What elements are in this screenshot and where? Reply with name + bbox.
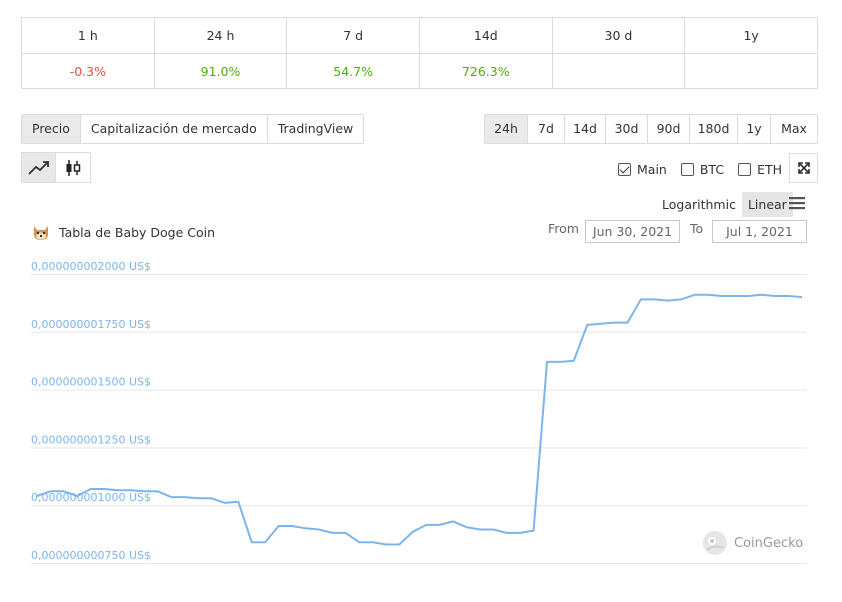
- coingecko-credit: CoinGecko: [702, 530, 803, 556]
- y-tick-label: 0,000000000750 US$: [31, 549, 151, 562]
- y-tick-label: 0,000000001250 US$: [31, 433, 151, 446]
- y-tick-label: 0,000000001750 US$: [31, 318, 151, 331]
- y-tick-label: 0,000000001000 US$: [31, 491, 151, 504]
- y-tick-label: 0,000000001500 US$: [31, 376, 151, 389]
- credit-text: CoinGecko: [734, 535, 804, 551]
- price-chart: 0,000000000750 US$ 0,000000001000 US$ 0,00…: [31, 260, 807, 564]
- y-tick-label: 0,000000002000 US$: [31, 260, 151, 273]
- coingecko-logo-icon: [703, 531, 727, 555]
